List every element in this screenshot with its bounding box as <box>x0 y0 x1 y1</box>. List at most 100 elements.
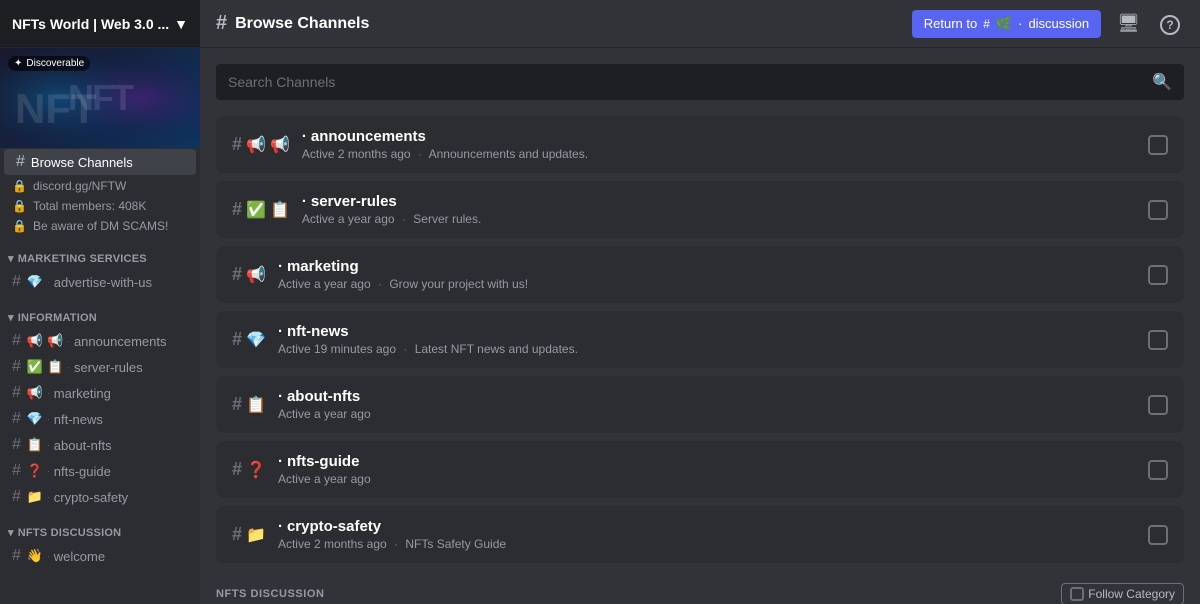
sidebar-channel-marketing[interactable]: # 📢 · marketing <box>4 381 196 405</box>
channel-meta-announcements: Active 2 months ago · Announcements and … <box>302 147 1136 161</box>
sidebar-channel-nft-news[interactable]: # 💎 · nft-news <box>4 407 196 431</box>
channel-meta-rules: Active a year ago · Server rules. <box>302 212 1136 226</box>
chevron-info: ▾ <box>8 311 14 324</box>
hash-icon-news: # <box>12 410 21 428</box>
checkbox-announcements[interactable] <box>1148 135 1168 155</box>
channel-row-about-nfts[interactable]: # 📋 · about-nfts Active a year ago <box>216 376 1184 433</box>
return-dot: · <box>1018 16 1022 31</box>
channel-name-nft-news: · nft-news <box>278 323 1136 340</box>
sidebar-channel-crypto-safety[interactable]: # 📁 · crypto-safety <box>4 485 196 509</box>
return-hash-icon: # <box>983 17 990 31</box>
sidebar-channel-announcements[interactable]: # 📢📢 · announcements <box>4 329 196 353</box>
channel-name-announcements: · announcements <box>302 128 1136 145</box>
channel-row-marketing[interactable]: # 📢 · marketing Active a year ago · Grow… <box>216 246 1184 303</box>
checkbox-safety[interactable] <box>1148 525 1168 545</box>
hash-icon-advertise: # <box>12 273 21 291</box>
hash-icon-rules: # <box>12 358 21 376</box>
channel-info-rules: · server-rules Active a year ago · Serve… <box>302 193 1136 226</box>
search-icon: 🔍 <box>1152 72 1172 92</box>
checkbox-nft-news[interactable] <box>1148 330 1168 350</box>
hash-icon-ann: # <box>12 332 21 350</box>
monitor-button[interactable]: 🖥 <box>1113 9 1144 38</box>
channel-icons-guide: # ❓ <box>232 459 266 480</box>
emoji-advertise: 💎 <box>27 274 43 290</box>
lock-icon-3: 🔒 <box>12 219 27 233</box>
sidebar-channel-server-rules[interactable]: # ✅📋 · server-rules <box>4 355 196 379</box>
channel-row-server-rules[interactable]: # ✅ 📋 · server-rules Active a year ago ·… <box>216 181 1184 238</box>
follow-category-button[interactable]: Follow Category <box>1061 583 1184 604</box>
chevron-marketing: ▾ <box>8 252 14 265</box>
server-banner: NFT NFT ✦ Discoverable <box>0 48 200 148</box>
sidebar-browse-label: Browse Channels <box>31 155 133 170</box>
sidebar-category-nfts-discussion[interactable]: ▾ NFTS DISCUSSION <box>0 510 200 543</box>
channel-meta-about: Active a year ago <box>278 407 1136 421</box>
help-button[interactable]: ? <box>1156 9 1184 39</box>
server-info-discord: 🔒 discord.gg/NFTW <box>0 176 200 196</box>
return-channel: discussion <box>1028 16 1089 31</box>
header-left: # Browse Channels <box>216 12 369 35</box>
server-info-scams: 🔒 Be aware of DM SCAMS! <box>0 216 200 236</box>
channel-icons-marketing: # 📢 <box>232 264 266 285</box>
sidebar-browse-channels[interactable]: # Browse Channels <box>4 149 196 175</box>
return-tree-emoji: 🌿 <box>996 16 1012 32</box>
page-title: Browse Channels <box>235 15 369 33</box>
hash-icon-guide: # <box>12 462 21 480</box>
checkbox-guide[interactable] <box>1148 460 1168 480</box>
channel-info-nft-news: · nft-news Active 19 minutes ago · Lates… <box>278 323 1136 356</box>
content-area: 🔍 # 📢 📢 · announcements Active 2 months … <box>200 48 1200 604</box>
server-name: NFTs World | Web 3.0 ... <box>12 16 169 32</box>
channel-icons-about: # 📋 <box>232 394 266 415</box>
hash-icon-about: # <box>12 436 21 454</box>
lock-icon-1: 🔒 <box>12 179 27 193</box>
discoverable-badge: ✦ Discoverable <box>8 56 90 71</box>
channel-name-guide: · nfts-guide <box>278 453 1136 470</box>
checkbox-about[interactable] <box>1148 395 1168 415</box>
checkbox-follow-icon <box>1070 587 1084 601</box>
channel-row-nft-news[interactable]: # 💎 · nft-news Active 19 minutes ago · L… <box>216 311 1184 368</box>
lock-icon-2: 🔒 <box>12 199 27 213</box>
return-button[interactable]: Return to # 🌿 · discussion <box>912 10 1101 38</box>
server-header[interactable]: NFTs World | Web 3.0 ... ▼ <box>0 0 200 48</box>
channel-name-safety: · crypto-safety <box>278 518 1136 535</box>
hash-icon: # <box>16 153 25 171</box>
hash-icon-n: # <box>232 329 242 350</box>
channel-info-marketing: · marketing Active a year ago · Grow you… <box>278 258 1136 291</box>
checkbox-marketing[interactable] <box>1148 265 1168 285</box>
channel-row-nfts-guide[interactable]: # ❓ · nfts-guide Active a year ago <box>216 441 1184 498</box>
category-nfts-discussion: NFTS DISCUSSION Follow Category <box>216 571 1184 604</box>
sidebar-channel-nfts-guide[interactable]: # ❓ · nfts-guide <box>4 459 196 483</box>
channel-icons-safety: # 📁 <box>232 524 266 545</box>
channel-meta-guide: Active a year ago <box>278 472 1136 486</box>
checkbox-rules[interactable] <box>1148 200 1168 220</box>
main-header: # Browse Channels Return to # 🌿 · discus… <box>200 0 1200 48</box>
channel-info-announcements: · announcements Active 2 months ago · An… <box>302 128 1136 161</box>
sidebar-category-information[interactable]: ▾ INFORMATION <box>0 295 200 328</box>
channel-icons-nft-news: # 💎 <box>232 329 266 350</box>
header-icons: Return to # 🌿 · discussion 🖥 ? <box>912 9 1184 39</box>
svg-text:NFT: NFT <box>15 85 97 132</box>
channel-name-rules: · server-rules <box>302 193 1136 210</box>
sidebar: NFTs World | Web 3.0 ... ▼ NFT NFT <box>0 0 200 604</box>
channel-name-about: · about-nfts <box>278 388 1136 405</box>
sidebar-category-marketing[interactable]: ▾ MARKETING SERVICES <box>0 236 200 269</box>
sidebar-channel-about-nfts[interactable]: # 📋 · about-nfts <box>4 433 196 457</box>
hash-icon-m: # <box>232 264 242 285</box>
hash-icon-safety: # <box>12 488 21 506</box>
search-input[interactable] <box>228 74 1144 90</box>
return-label: Return to <box>924 16 977 31</box>
hash-icon-cs: # <box>232 524 242 545</box>
channel-row-crypto-safety[interactable]: # 📁 · crypto-safety Active 2 months ago … <box>216 506 1184 563</box>
channel-row-announcements[interactable]: # 📢 📢 · announcements Active 2 months ag… <box>216 116 1184 173</box>
hash-icon-r: # <box>232 199 242 220</box>
chevron-down-icon: ▼ <box>174 16 188 32</box>
server-info-members: 🔒 Total members: 408K <box>0 196 200 216</box>
hash-icon-a: # <box>232 394 242 415</box>
channel-icons-rules: # ✅ 📋 <box>232 199 290 220</box>
main-content: # Browse Channels Return to # 🌿 · discus… <box>200 0 1200 604</box>
channel-name-marketing: · marketing <box>278 258 1136 275</box>
search-bar: 🔍 <box>216 64 1184 100</box>
channel-info-about: · about-nfts Active a year ago <box>278 388 1136 421</box>
header-hash-icon: # <box>216 12 227 35</box>
sidebar-channel-advertise[interactable]: # 💎 · advertise-with-us <box>4 270 196 294</box>
sidebar-channel-welcome[interactable]: # 👋 · welcome <box>4 544 196 568</box>
